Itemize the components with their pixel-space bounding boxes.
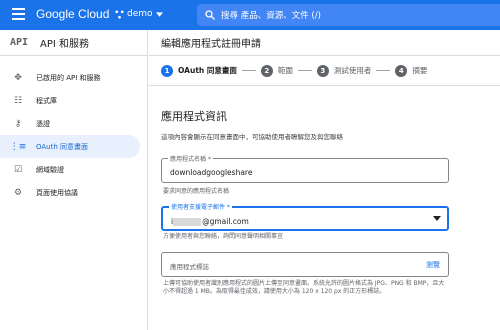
app-name-label: 應用程式名稱 * [168, 154, 213, 163]
project-selector[interactable]: demo [115, 9, 163, 19]
sidebar-item-label: 頁面使用協議 [36, 188, 78, 197]
search-box[interactable]: 搜尋 產品、資源、文件 (/) [197, 4, 500, 26]
sidebar-header: API API 和服務 [0, 30, 147, 56]
key-icon: ⚷ [14, 118, 22, 129]
step-summary[interactable]: 4 摘要 [395, 64, 428, 77]
menu-bar-line [12, 8, 25, 10]
support-email-value: i @gmail.com [171, 217, 249, 226]
settings-list-icon: ⚙ [13, 187, 23, 198]
hamburger-menu-button[interactable] [12, 8, 26, 22]
page-title: 編輯應用程式註冊申請 [149, 30, 500, 56]
step-test-users[interactable]: 3 測試使用者 [316, 64, 372, 77]
search-placeholder: 搜尋 產品、資源、文件 (/) [221, 11, 321, 21]
api-logo: API [10, 37, 29, 48]
section-title: 應用程式資訊 [161, 110, 227, 123]
step-number: 1 [161, 64, 173, 77]
step-number: 2 [260, 64, 273, 77]
sidebar-item-enabled-apis[interactable]: ✥ 已啟用的 API 和服務 [0, 66, 147, 89]
app-logo-upload[interactable]: 應用程式標誌 瀏覽 [161, 252, 449, 277]
app-name-hint: 要求同意的應用程式名稱 [163, 188, 230, 195]
sidebar-item-label: 程式庫 [36, 96, 57, 105]
dropdown-arrow-icon[interactable] [433, 216, 441, 221]
menu-bar-line [12, 13, 25, 15]
browse-button[interactable]: 瀏覽 [426, 260, 440, 270]
sidebar-title: API 和服務 [40, 39, 89, 50]
top-app-bar: Google Cloud demo 搜尋 產品、資源、文件 (/) [0, 0, 500, 30]
app-info-section: 應用程式資訊 這項內容會顯示在同意畫面中，可協助使用者瞭解您及與您聯絡 [161, 108, 461, 141]
consent-list-icon: ⋮≡ [9, 141, 27, 152]
menu-bar-line [12, 18, 25, 20]
app-logo-placeholder: 應用程式標誌 [170, 263, 209, 271]
step-divider [297, 70, 312, 71]
sidebar: API API 和服務 ✥ 已啟用的 API 和服務 ☷ 程式庫 ⚷ 憑證 ⋮≡… [0, 30, 148, 330]
step-divider [241, 70, 256, 71]
sidebar-item-domain-verification[interactable]: ☑ 網域驗證 [0, 158, 147, 181]
project-name: demo [127, 9, 153, 19]
step-number: 4 [395, 64, 408, 77]
support-email-hint: 方便使用者與您聯絡，詢問同意聲明相關事宜 [163, 233, 284, 240]
search-icon [205, 10, 215, 20]
library-grid-icon: ☷ [13, 95, 23, 106]
app-name-field[interactable]: 應用程式名稱 * downloadgoogleshare [161, 154, 449, 183]
support-email-select[interactable]: 使用者支援電子郵件 * i @gmail.com [161, 202, 449, 231]
chevron-down-icon [155, 11, 163, 17]
redacted-email-part [173, 218, 202, 226]
sidebar-item-label: OAuth 同意畫面 [36, 142, 89, 151]
step-scopes[interactable]: 2 範圍 [260, 64, 293, 77]
sidebar-item-label: 憑證 [36, 119, 50, 128]
step-label: 測試使用者 [333, 66, 372, 75]
sidebar-item-oauth-consent[interactable]: ⋮≡ OAuth 同意畫面 [0, 135, 140, 158]
step-label: 範圍 [277, 66, 293, 75]
sidebar-item-label: 已啟用的 API 和服務 [36, 73, 101, 82]
email-domain: @gmail.com [202, 217, 249, 226]
stepper: 1 OAuth 同意畫面 2 範圍 3 測試使用者 4 摘要 [149, 56, 500, 86]
step-divider [376, 70, 391, 71]
sidebar-item-page-usage-agreements[interactable]: ⚙ 頁面使用協議 [0, 181, 147, 204]
project-nodes-icon [115, 9, 124, 19]
support-email-label: 使用者支援電子郵件 * [169, 202, 232, 211]
step-oauth-consent[interactable]: 1 OAuth 同意畫面 [161, 64, 237, 77]
app-logo-hint: 上傳可協助使用者識別應用程式的圖片上傳至同意畫面。系統允許的圖片格式為 JPG、… [163, 280, 445, 295]
sidebar-item-label: 網域驗證 [36, 165, 64, 174]
step-label: OAuth 同意畫面 [178, 66, 237, 75]
checkbox-icon: ☑ [13, 164, 23, 175]
app-name-value: downloadgoogleshare [170, 168, 253, 177]
diamond-nodes-icon: ✥ [14, 72, 22, 83]
sidebar-item-credentials[interactable]: ⚷ 憑證 [0, 112, 147, 135]
main-content: 編輯應用程式註冊申請 1 OAuth 同意畫面 2 範圍 3 測試使用者 4 摘… [149, 30, 500, 330]
step-number: 3 [316, 64, 329, 77]
step-label: 摘要 [412, 66, 428, 75]
google-cloud-logo[interactable]: Google Cloud [36, 7, 109, 21]
sidebar-item-library[interactable]: ☷ 程式庫 [0, 89, 147, 112]
section-description: 這項內容會顯示在同意畫面中，可協助使用者瞭解您及與您聯絡 [161, 133, 343, 141]
